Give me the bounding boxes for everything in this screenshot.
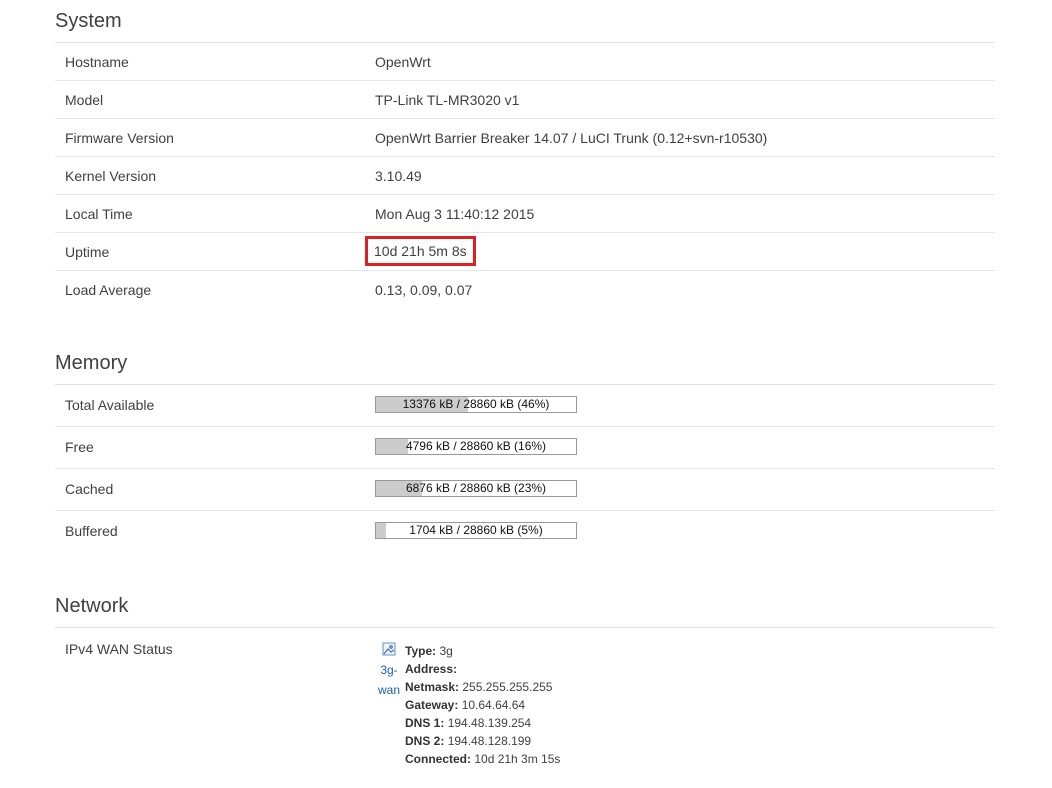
detail-type: Type: 3g	[405, 644, 453, 658]
system-row-model: Model TP-Link TL-MR3020 v1	[55, 81, 995, 119]
row-label: Model	[65, 92, 104, 108]
system-row-uptime: Uptime 10d 21h 5m 8s	[55, 233, 995, 271]
progress-text: 6876 kB / 28860 kB (23%)	[405, 481, 547, 495]
progress-bar: 6876 kB / 28860 kB (23%)	[375, 480, 577, 497]
system-row-hostname: Hostname OpenWrt	[55, 43, 995, 81]
row-label: Kernel Version	[65, 168, 157, 184]
row-label: Load Average	[65, 282, 152, 298]
row-label: Firmware Version	[65, 130, 174, 146]
progress-text: 1704 kB / 28860 kB (5%)	[409, 523, 543, 537]
memory-heading: Memory	[55, 342, 995, 385]
interface-badge[interactable]: 3g- wan	[375, 640, 403, 700]
detail-netmask: Netmask: 255.255.255.255	[405, 680, 553, 694]
row-label: Local Time	[65, 206, 133, 222]
detail-dns1: DNS 1: 194.48.139.254	[405, 716, 532, 730]
interface-name-line2[interactable]: wan	[375, 680, 403, 700]
network-heading: Network	[55, 585, 995, 628]
memory-row-total: Total Available 13376 kB / 28860 kB (46%…	[55, 385, 995, 427]
row-value: 3.10.49	[375, 168, 422, 184]
detail-connected: Connected: 10d 21h 3m 15s	[405, 752, 561, 766]
row-label: Hostname	[65, 54, 129, 70]
row-label: Total Available	[65, 397, 155, 413]
system-heading: System	[55, 0, 995, 43]
system-row-firmware: Firmware Version OpenWrt Barrier Breaker…	[55, 119, 995, 157]
progress-bar: 1704 kB / 28860 kB (5%)	[375, 522, 577, 539]
network-interface-icon	[382, 642, 396, 656]
row-value: 0.13, 0.09, 0.07	[375, 282, 473, 298]
detail-dns2: DNS 2: 194.48.128.199	[405, 734, 532, 748]
detail-address: Address:	[405, 662, 458, 676]
system-row-load: Load Average 0.13, 0.09, 0.07	[55, 271, 995, 308]
uptime-highlighted-value: 10d 21h 5m 8s	[365, 236, 476, 266]
row-value: TP-Link TL-MR3020 v1	[375, 92, 520, 108]
memory-row-cached: Cached 6876 kB / 28860 kB (23%)	[55, 469, 995, 511]
system-section: System Hostname OpenWrt Model TP-Link TL…	[55, 0, 995, 308]
row-label: Cached	[65, 481, 114, 497]
progress-bar: 13376 kB / 28860 kB (46%)	[375, 396, 577, 413]
memory-section: Memory Total Available 13376 kB / 28860 …	[55, 342, 995, 552]
memory-row-buffered: Buffered 1704 kB / 28860 kB (5%)	[55, 511, 995, 552]
row-label: Uptime	[65, 244, 110, 260]
row-label: IPv4 WAN Status	[65, 641, 173, 657]
progress-bar: 4796 kB / 28860 kB (16%)	[375, 438, 577, 455]
progress-text: 13376 kB / 28860 kB (46%)	[402, 397, 550, 411]
row-label: Free	[65, 439, 94, 455]
row-label: Buffered	[65, 523, 118, 539]
wan-details: Type: 3g Address: Netmask: 255.255.255.2…	[405, 642, 560, 768]
system-row-localtime: Local Time Mon Aug 3 11:40:12 2015	[55, 195, 995, 233]
row-value: Mon Aug 3 11:40:12 2015	[375, 206, 535, 222]
row-value: OpenWrt Barrier Breaker 14.07 / LuCI Tru…	[375, 130, 768, 146]
network-row-ipv4-wan: IPv4 WAN Status 3g- wan Type: 3g Address…	[55, 628, 995, 788]
row-value: OpenWrt	[375, 54, 431, 70]
progress-text: 4796 kB / 28860 kB (16%)	[405, 439, 547, 453]
detail-gateway: Gateway: 10.64.64.64	[405, 698, 526, 712]
system-row-kernel: Kernel Version 3.10.49	[55, 157, 995, 195]
memory-row-free: Free 4796 kB / 28860 kB (16%)	[55, 427, 995, 469]
interface-name-line1[interactable]: 3g-	[375, 660, 403, 680]
network-section: Network IPv4 WAN Status 3g- wan Type: 3g…	[55, 585, 995, 788]
